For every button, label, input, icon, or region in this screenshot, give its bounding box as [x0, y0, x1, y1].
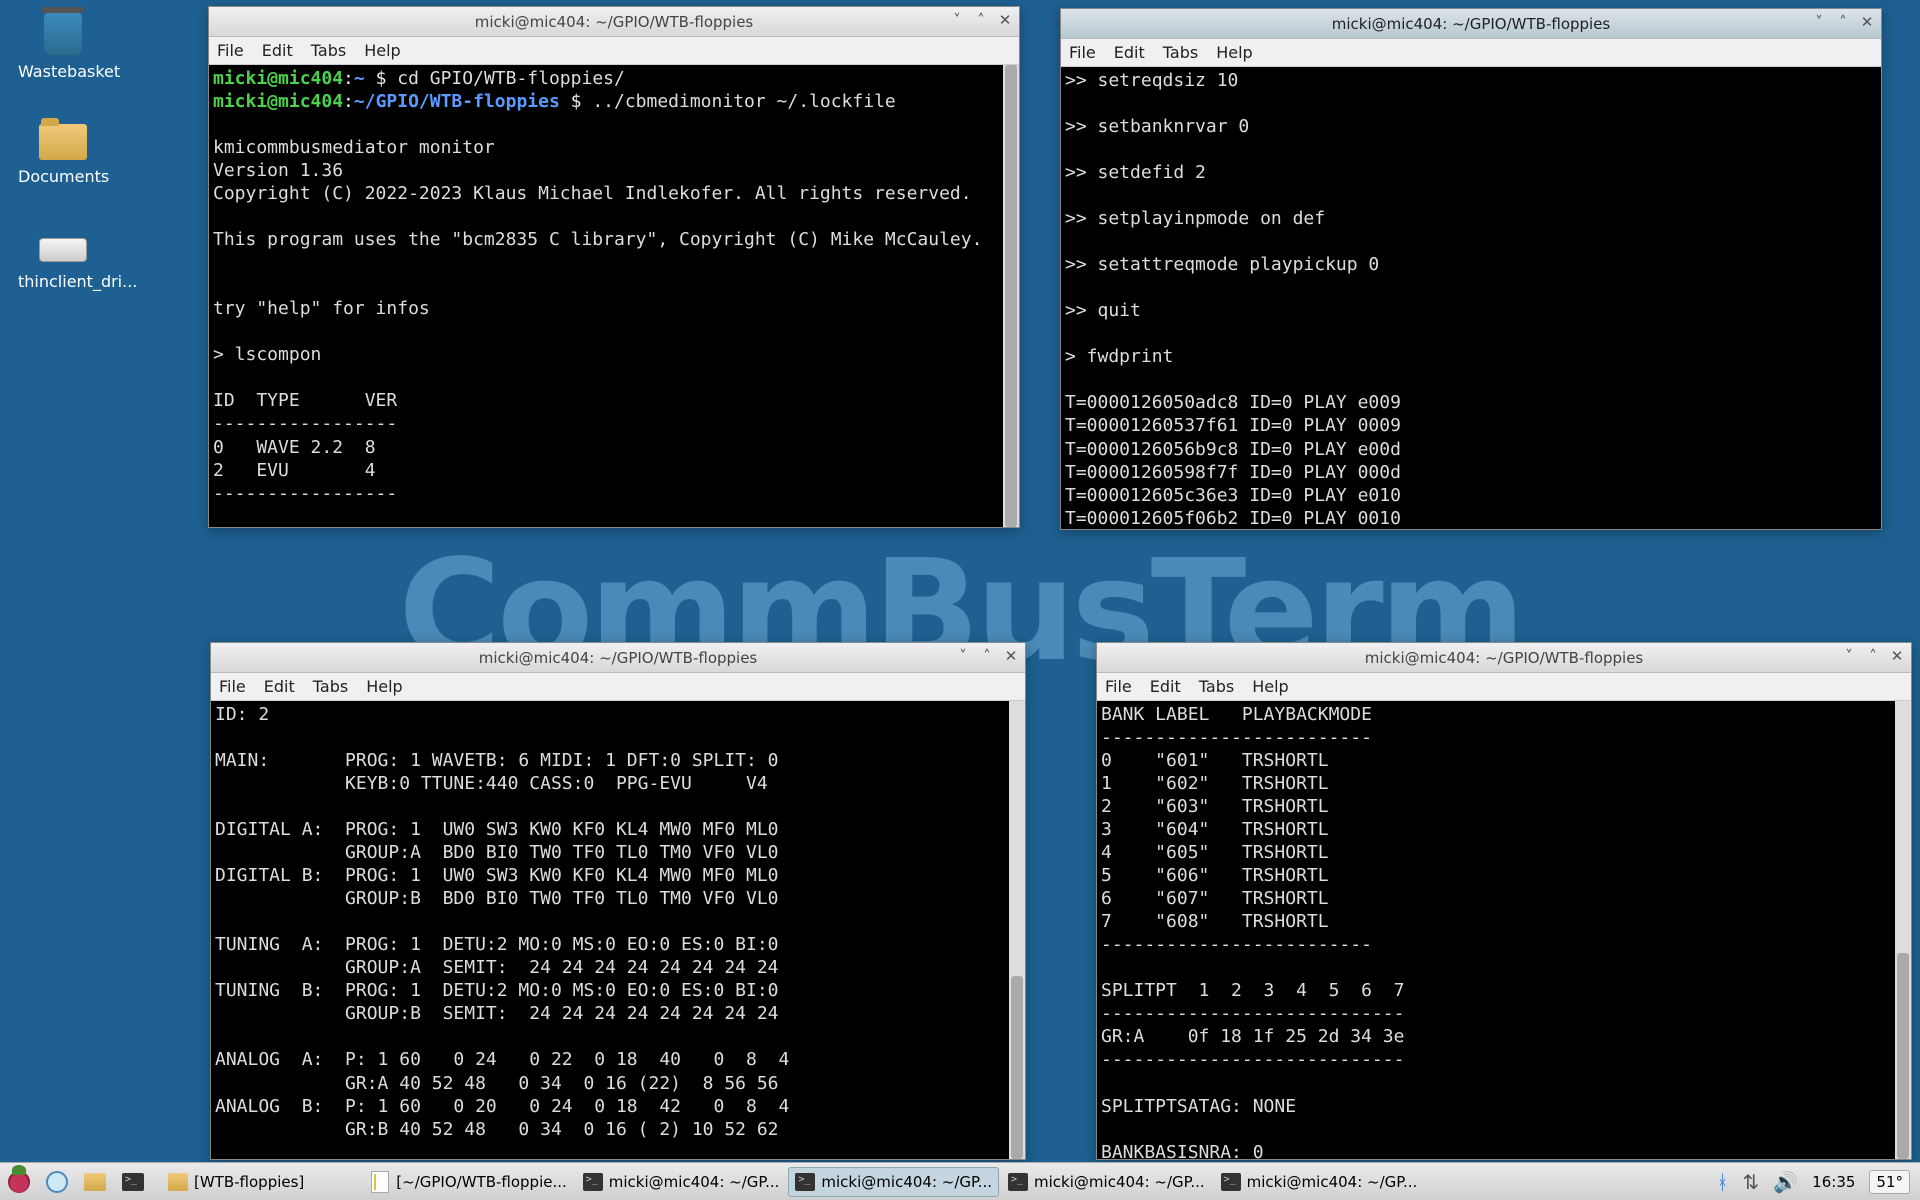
menu-help[interactable]: Help [1216, 43, 1252, 62]
terminal-launcher[interactable] [115, 1167, 151, 1197]
terminal-icon [1221, 1173, 1241, 1191]
taskbar-item-label: micki@mic404: ~/GP... [821, 1173, 992, 1191]
menubar: File Edit Tabs Help [1097, 673, 1911, 701]
menubar: File Edit Tabs Help [209, 37, 1019, 65]
menu-help[interactable]: Help [366, 677, 402, 696]
menu-edit[interactable]: Edit [1150, 677, 1181, 696]
terminal-output[interactable]: micki@mic404:~ $ cd GPIO/WTB-floppies/ m… [209, 65, 1019, 527]
maximize-icon[interactable]: ˄ [1865, 647, 1881, 665]
titlebar[interactable]: micki@mic404: ~/GPIO/WTB-floppies ˅ ˄ ✕ [1061, 9, 1881, 39]
close-icon[interactable]: ✕ [1859, 13, 1875, 31]
titlebar[interactable]: micki@mic404: ~/GPIO/WTB-floppies ˅ ˄ ✕ [209, 7, 1019, 37]
minimize-icon[interactable]: ˅ [955, 647, 971, 665]
raspberry-icon [8, 1171, 30, 1193]
close-icon[interactable]: ✕ [997, 11, 1013, 29]
menu-file[interactable]: File [1069, 43, 1096, 62]
scrollbar[interactable] [1003, 65, 1019, 527]
terminal-icon [795, 1173, 815, 1191]
taskbar-item-label: [WTB-floppies] [194, 1173, 304, 1191]
temperature-indicator[interactable]: 51° [1869, 1170, 1910, 1194]
volume-icon[interactable]: 🔊 [1773, 1170, 1798, 1194]
filemanager-launcher[interactable] [77, 1167, 113, 1197]
globe-icon [46, 1171, 68, 1193]
taskbar-item-terminal[interactable]: micki@mic404: ~/GP... [788, 1167, 999, 1197]
browser-launcher[interactable] [39, 1167, 75, 1197]
start-menu-button[interactable] [1, 1167, 37, 1197]
scrollbar[interactable] [1009, 701, 1025, 1159]
editor-icon [371, 1171, 389, 1193]
desktop-icon-thinclient[interactable]: thinclient_dri... [18, 220, 108, 291]
taskbar-item-terminal[interactable]: micki@mic404: ~/GP... [1214, 1167, 1425, 1197]
menu-tabs[interactable]: Tabs [311, 41, 346, 60]
menu-help[interactable]: Help [364, 41, 400, 60]
taskbar-item-terminal[interactable]: micki@mic404: ~/GP... [576, 1167, 787, 1197]
titlebar[interactable]: micki@mic404: ~/GPIO/WTB-floppies ˅ ˄ ✕ [1097, 643, 1911, 673]
menu-file[interactable]: File [219, 677, 246, 696]
menu-help[interactable]: Help [1252, 677, 1288, 696]
taskbar: [WTB-floppies] [~/GPIO/WTB-floppie... mi… [0, 1162, 1920, 1200]
desktop-icon-label: thinclient_dri... [18, 272, 108, 291]
terminal-output[interactable]: BANK LABEL PLAYBACKMODE ----------------… [1097, 701, 1911, 1159]
taskbar-item-terminal[interactable]: micki@mic404: ~/GP... [1001, 1167, 1212, 1197]
drive-icon [39, 238, 87, 262]
terminal-output[interactable]: ID: 2 MAIN: PROG: 1 WAVETB: 6 MIDI: 1 DF… [211, 701, 1025, 1159]
terminal-icon [1008, 1173, 1028, 1191]
taskbar-item-label: micki@mic404: ~/GP... [1247, 1173, 1418, 1191]
minimize-icon[interactable]: ˅ [1841, 647, 1857, 665]
menu-tabs[interactable]: Tabs [1199, 677, 1234, 696]
terminal-window-2[interactable]: micki@mic404: ~/GPIO/WTB-floppies ˅ ˄ ✕ … [1060, 8, 1882, 530]
maximize-icon[interactable]: ˄ [1835, 13, 1851, 31]
system-tray: ᚼ ⇅ 🔊 16:35 51° [1717, 1170, 1920, 1194]
trash-icon [44, 13, 82, 55]
minimize-icon[interactable]: ˅ [949, 11, 965, 29]
menubar: File Edit Tabs Help [1061, 39, 1881, 67]
maximize-icon[interactable]: ˄ [979, 647, 995, 665]
maximize-icon[interactable]: ˄ [973, 11, 989, 29]
taskbar-item-label: [~/GPIO/WTB-floppie... [396, 1173, 567, 1191]
folder-icon [84, 1173, 106, 1191]
desktop-icon-wastebasket[interactable]: Wastebasket [18, 10, 108, 81]
menu-file[interactable]: File [1105, 677, 1132, 696]
scrollbar[interactable] [1895, 701, 1911, 1159]
window-title: micki@mic404: ~/GPIO/WTB-floppies [1365, 649, 1644, 667]
terminal-window-3[interactable]: micki@mic404: ~/GPIO/WTB-floppies ˅ ˄ ✕ … [210, 642, 1026, 1160]
terminal-window-1[interactable]: micki@mic404: ~/GPIO/WTB-floppies ˅ ˄ ✕ … [208, 6, 1020, 528]
menubar: File Edit Tabs Help [211, 673, 1025, 701]
folder-icon [168, 1173, 188, 1191]
terminal-output[interactable]: >> setreqdsiz 10 >> setbanknrvar 0 >> se… [1061, 67, 1881, 529]
close-icon[interactable]: ✕ [1889, 647, 1905, 665]
network-icon[interactable]: ⇅ [1743, 1170, 1760, 1194]
folder-icon [39, 124, 87, 160]
window-title: micki@mic404: ~/GPIO/WTB-floppies [1332, 15, 1611, 33]
window-title: micki@mic404: ~/GPIO/WTB-floppies [475, 13, 754, 31]
minimize-icon[interactable]: ˅ [1811, 13, 1827, 31]
menu-tabs[interactable]: Tabs [1163, 43, 1198, 62]
taskbar-item-editor[interactable]: [~/GPIO/WTB-floppie... [363, 1167, 574, 1197]
clock[interactable]: 16:35 [1812, 1173, 1855, 1191]
bluetooth-icon[interactable]: ᚼ [1717, 1170, 1729, 1194]
taskbar-item-folder[interactable]: [WTB-floppies] [161, 1167, 311, 1197]
desktop-icon-label: Documents [18, 167, 108, 186]
menu-file[interactable]: File [217, 41, 244, 60]
titlebar[interactable]: micki@mic404: ~/GPIO/WTB-floppies ˅ ˄ ✕ [211, 643, 1025, 673]
terminal-icon [583, 1173, 603, 1191]
menu-edit[interactable]: Edit [264, 677, 295, 696]
terminal-icon [122, 1173, 144, 1191]
window-title: micki@mic404: ~/GPIO/WTB-floppies [479, 649, 758, 667]
close-icon[interactable]: ✕ [1003, 647, 1019, 665]
menu-tabs[interactable]: Tabs [313, 677, 348, 696]
desktop-icon-label: Wastebasket [18, 62, 108, 81]
menu-edit[interactable]: Edit [1114, 43, 1145, 62]
terminal-window-4[interactable]: micki@mic404: ~/GPIO/WTB-floppies ˅ ˄ ✕ … [1096, 642, 1912, 1160]
taskbar-item-label: micki@mic404: ~/GP... [609, 1173, 780, 1191]
taskbar-item-label: micki@mic404: ~/GP... [1034, 1173, 1205, 1191]
desktop-icon-documents[interactable]: Documents [18, 115, 108, 186]
menu-edit[interactable]: Edit [262, 41, 293, 60]
